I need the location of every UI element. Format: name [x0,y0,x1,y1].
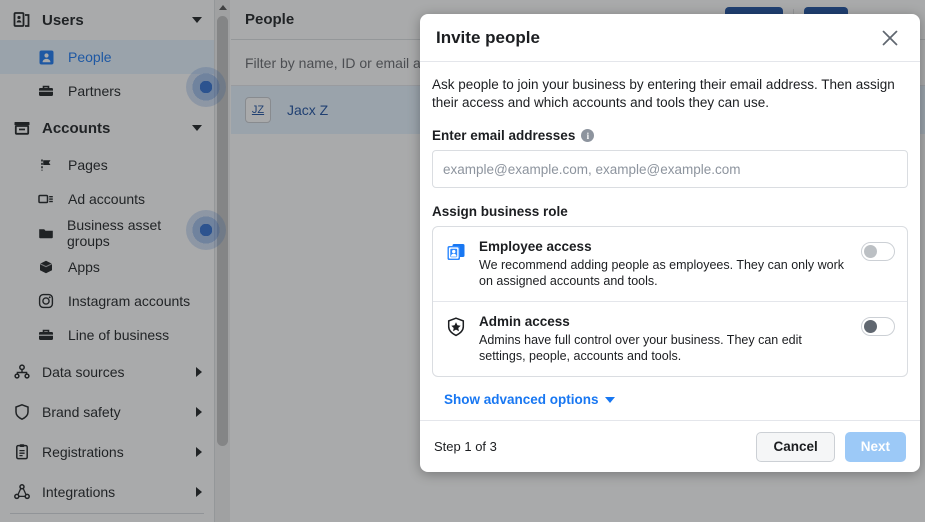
next-button[interactable]: Next [844,431,906,462]
email-label-text: Enter email addresses [432,128,576,143]
advanced-options-row: Show advanced options [432,377,908,420]
email-field-label: Enter email addresses i [432,128,908,143]
assign-role-label: Assign business role [432,204,908,219]
dialog-header: Invite people [420,14,920,62]
dialog-title: Invite people [436,27,540,47]
toggle-knob [864,320,877,333]
shield-star-icon [445,316,469,343]
role-options-group: Employee access We recommend adding peop… [432,226,908,377]
role-option-employee-access[interactable]: Employee access We recommend adding peop… [433,227,907,301]
footer-actions: Cancel Next [756,431,906,462]
employee-access-toggle[interactable] [861,242,895,261]
employee-badge-icon [445,241,469,268]
role-description: We recommend adding people as employees.… [479,258,845,288]
info-icon[interactable]: i [581,129,595,142]
advanced-options-label: Show advanced options [444,392,599,407]
chevron-down-icon [604,396,615,403]
dialog-footer: Step 1 of 3 Cancel Next [420,420,920,472]
invite-people-dialog: Invite people Ask people to join your bu… [420,14,920,472]
show-advanced-options-link[interactable]: Show advanced options [444,392,615,407]
screen: Users People Partners Accounts Pages Ad … [0,0,925,522]
step-indicator: Step 1 of 3 [434,439,497,454]
assign-role-text: Assign business role [432,204,568,219]
role-option-admin-access[interactable]: Admin access Admins have full control ov… [433,301,907,376]
role-text: Employee access We recommend adding peop… [469,239,861,289]
close-icon[interactable] [876,24,904,52]
role-title: Admin access [479,314,570,329]
role-title: Employee access [479,239,592,254]
role-description: Admins have full control over your busin… [479,333,802,363]
admin-access-toggle[interactable] [861,317,895,336]
dialog-description: Ask people to join your business by ente… [432,77,895,110]
dialog-body: Ask people to join your business by ente… [420,62,920,420]
cancel-button[interactable]: Cancel [756,431,835,462]
email-input[interactable] [432,150,908,188]
role-text: Admin access Admins have full control ov… [469,314,861,364]
toggle-knob [864,245,877,258]
